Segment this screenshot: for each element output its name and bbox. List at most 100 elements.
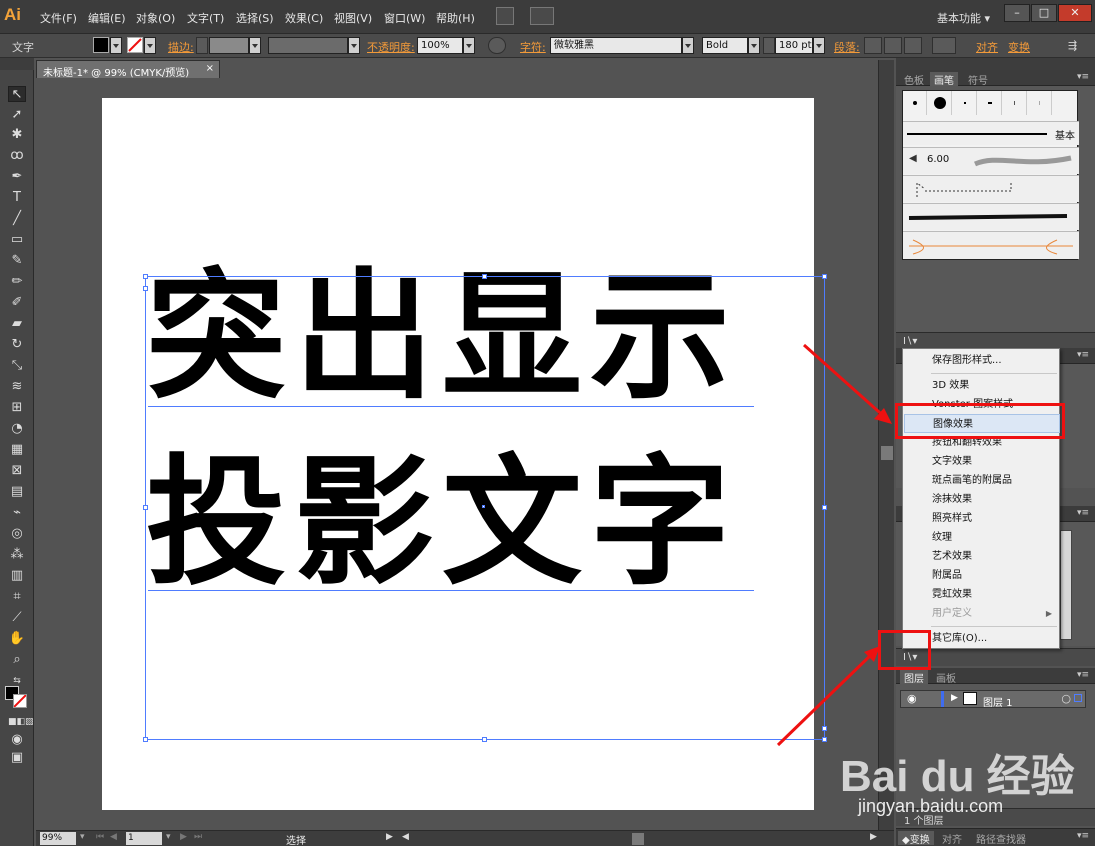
screen-mode-icon[interactable]: ▣ — [8, 750, 26, 766]
layer-row[interactable]: ◉ ▶ 图层 1 ○ — [900, 690, 1086, 709]
selection-tool-icon[interactable]: ↖ — [8, 86, 26, 102]
align-label[interactable]: 对齐 — [976, 39, 998, 55]
font-style-dropdown[interactable] — [748, 37, 760, 54]
stroke-swatch[interactable] — [127, 37, 143, 53]
scroll-right-icon[interactable]: ▶ — [870, 832, 877, 842]
stroke-weight-stepper[interactable] — [196, 37, 208, 54]
panel-menu-icon[interactable]: ▾≡ — [1077, 831, 1089, 841]
blend-tool-icon[interactable]: ◎ — [8, 526, 26, 542]
font-size-input[interactable]: 180 pt — [775, 37, 813, 54]
menu-file[interactable]: 文件(F) — [40, 10, 77, 26]
type-tool-icon[interactable]: T — [8, 190, 26, 206]
brush-calligraphic-row[interactable]: ◀ 6.00 — [903, 147, 1079, 174]
menu-window[interactable]: 窗口(W) — [384, 10, 425, 26]
opacity-dropdown[interactable] — [463, 37, 475, 54]
tab-layers[interactable]: 图层 — [900, 670, 928, 685]
menu-type-effects[interactable]: 文字效果 — [904, 452, 1060, 471]
opacity-label[interactable]: 不透明度: — [367, 39, 415, 55]
menu-save-graphic-styles[interactable]: 保存图形样式... — [904, 351, 1060, 370]
menu-additive[interactable]: 附属品 — [904, 566, 1060, 585]
target-circle-icon[interactable]: ○ — [1061, 692, 1071, 705]
prev-artboard-icon[interactable]: ◀ — [110, 832, 117, 842]
font-size-dropdown[interactable] — [813, 37, 825, 54]
selection-handle[interactable] — [822, 274, 827, 279]
mesh-tool-icon[interactable]: ⊠ — [8, 463, 26, 479]
menu-illuminate-styles[interactable]: 照亮样式 — [904, 509, 1060, 528]
opacity-input[interactable]: 100% — [417, 37, 463, 54]
menu-type[interactable]: 文字(T) — [187, 10, 224, 26]
perspective-grid-tool-icon[interactable]: ▦ — [8, 442, 26, 458]
line-tool-icon[interactable]: ╱ — [8, 211, 26, 227]
slice-tool-icon[interactable]: ⟋ — [8, 610, 26, 626]
magic-wand-tool-icon[interactable]: ✱ — [8, 127, 26, 143]
tab-artboards[interactable]: 画板 — [932, 670, 960, 685]
stroke-label[interactable]: 描边: — [168, 39, 194, 55]
font-size-stepper[interactable] — [763, 37, 775, 54]
fill-dropdown[interactable] — [110, 37, 122, 54]
rectangle-tool-icon[interactable]: ▭ — [8, 232, 26, 248]
canvas[interactable]: 突出显示 投影文字 — [36, 78, 878, 830]
menu-effect[interactable]: 效果(C) — [285, 10, 323, 26]
control-bar-menu-icon[interactable]: ⇶ — [1068, 39, 1077, 52]
paintbrush-tool-icon[interactable]: ✎ — [8, 253, 26, 269]
brush-pattern-row[interactable] — [903, 175, 1079, 202]
shape-builder-tool-icon[interactable]: ◔ — [8, 421, 26, 437]
selection-handle[interactable] — [482, 274, 487, 279]
artboard-tool-icon[interactable]: ⌗ — [8, 589, 26, 605]
expand-layer-icon[interactable]: ▶ — [951, 693, 958, 703]
document-tab[interactable]: 未标题-1* @ 99% (CMYK/预览) × — [36, 60, 220, 79]
gradient-tool-icon[interactable]: ▤ — [8, 484, 26, 500]
brush-dot-angled[interactable] — [978, 91, 1002, 115]
free-transform-tool-icon[interactable]: ⊞ — [8, 400, 26, 416]
menu-blob-brush-extras[interactable]: 斑点画笔的附属品 — [904, 471, 1060, 490]
character-label[interactable]: 字符: — [520, 39, 546, 55]
text-selection-frame[interactable] — [145, 276, 825, 740]
menu-help[interactable]: 帮助(H) — [436, 10, 475, 26]
menu-select[interactable]: 选择(S) — [236, 10, 274, 26]
panel-menu-icon[interactable]: ▾≡ — [1077, 72, 1089, 82]
visibility-eye-icon[interactable]: ◉ — [907, 692, 917, 705]
stroke-weight-dropdown[interactable] — [249, 37, 261, 54]
menu-textures[interactable]: 纹理 — [904, 528, 1060, 547]
stroke-weight-input[interactable] — [209, 37, 249, 54]
stroke-dropdown[interactable] — [144, 37, 156, 54]
pencil-tool-icon[interactable]: ✏ — [8, 274, 26, 290]
first-artboard-icon[interactable]: ⏮ — [96, 832, 104, 842]
paragraph-label[interactable]: 段落: — [834, 39, 860, 55]
bridge-icon[interactable] — [496, 7, 514, 25]
zoom-level-field[interactable]: 99% — [40, 832, 76, 845]
stroke-color-box[interactable] — [13, 694, 27, 708]
menu-artistic-effects[interactable]: 艺术效果 — [904, 547, 1060, 566]
menu-view[interactable]: 视图(V) — [334, 10, 372, 26]
scroll-left-icon[interactable]: ◀ — [402, 832, 409, 842]
scale-tool-icon[interactable]: ⤡ — [8, 358, 26, 374]
tab-swatches[interactable]: 色板 — [900, 72, 928, 87]
tab-transform[interactable]: ◆变换 — [898, 831, 934, 846]
zoom-dropdown-icon[interactable]: ▾ — [80, 832, 85, 842]
tab-align[interactable]: 对齐 — [938, 831, 966, 846]
brush-dot-thin[interactable] — [1003, 91, 1027, 115]
font-style-input[interactable]: Bold — [702, 37, 748, 54]
align-left-icon[interactable] — [864, 37, 882, 54]
recolor-icon[interactable] — [488, 37, 506, 54]
selection-handle[interactable] — [482, 737, 487, 742]
direct-selection-tool-icon[interactable]: ➚ — [8, 107, 26, 123]
tab-brushes[interactable]: 画笔 — [930, 72, 958, 87]
close-tab-icon[interactable]: × — [206, 63, 214, 74]
status-mode[interactable]: 选择 — [286, 832, 306, 846]
artboard-dropdown-icon[interactable]: ▾ — [166, 832, 171, 842]
align-right-icon[interactable] — [904, 37, 922, 54]
fill-swatch[interactable] — [93, 37, 109, 53]
menu-edit[interactable]: 编辑(E) — [88, 10, 126, 26]
menu-object[interactable]: 对象(O) — [136, 10, 175, 26]
brush-bristle-row[interactable] — [903, 231, 1079, 259]
align-center-icon[interactable] — [884, 37, 902, 54]
variable-width-profile[interactable] — [268, 37, 348, 54]
arrange-documents-icon[interactable] — [530, 7, 554, 25]
brush-dot-faint[interactable] — [1028, 91, 1052, 115]
lasso-tool-icon[interactable]: ꝏ — [8, 148, 26, 164]
layer-name[interactable]: 图层 1 — [983, 694, 1013, 709]
menu-3d-effects[interactable]: 3D 效果 — [904, 376, 1060, 395]
next-artboard-icon[interactable]: ▶ — [180, 832, 187, 842]
transform-label[interactable]: 变换 — [1008, 39, 1030, 55]
